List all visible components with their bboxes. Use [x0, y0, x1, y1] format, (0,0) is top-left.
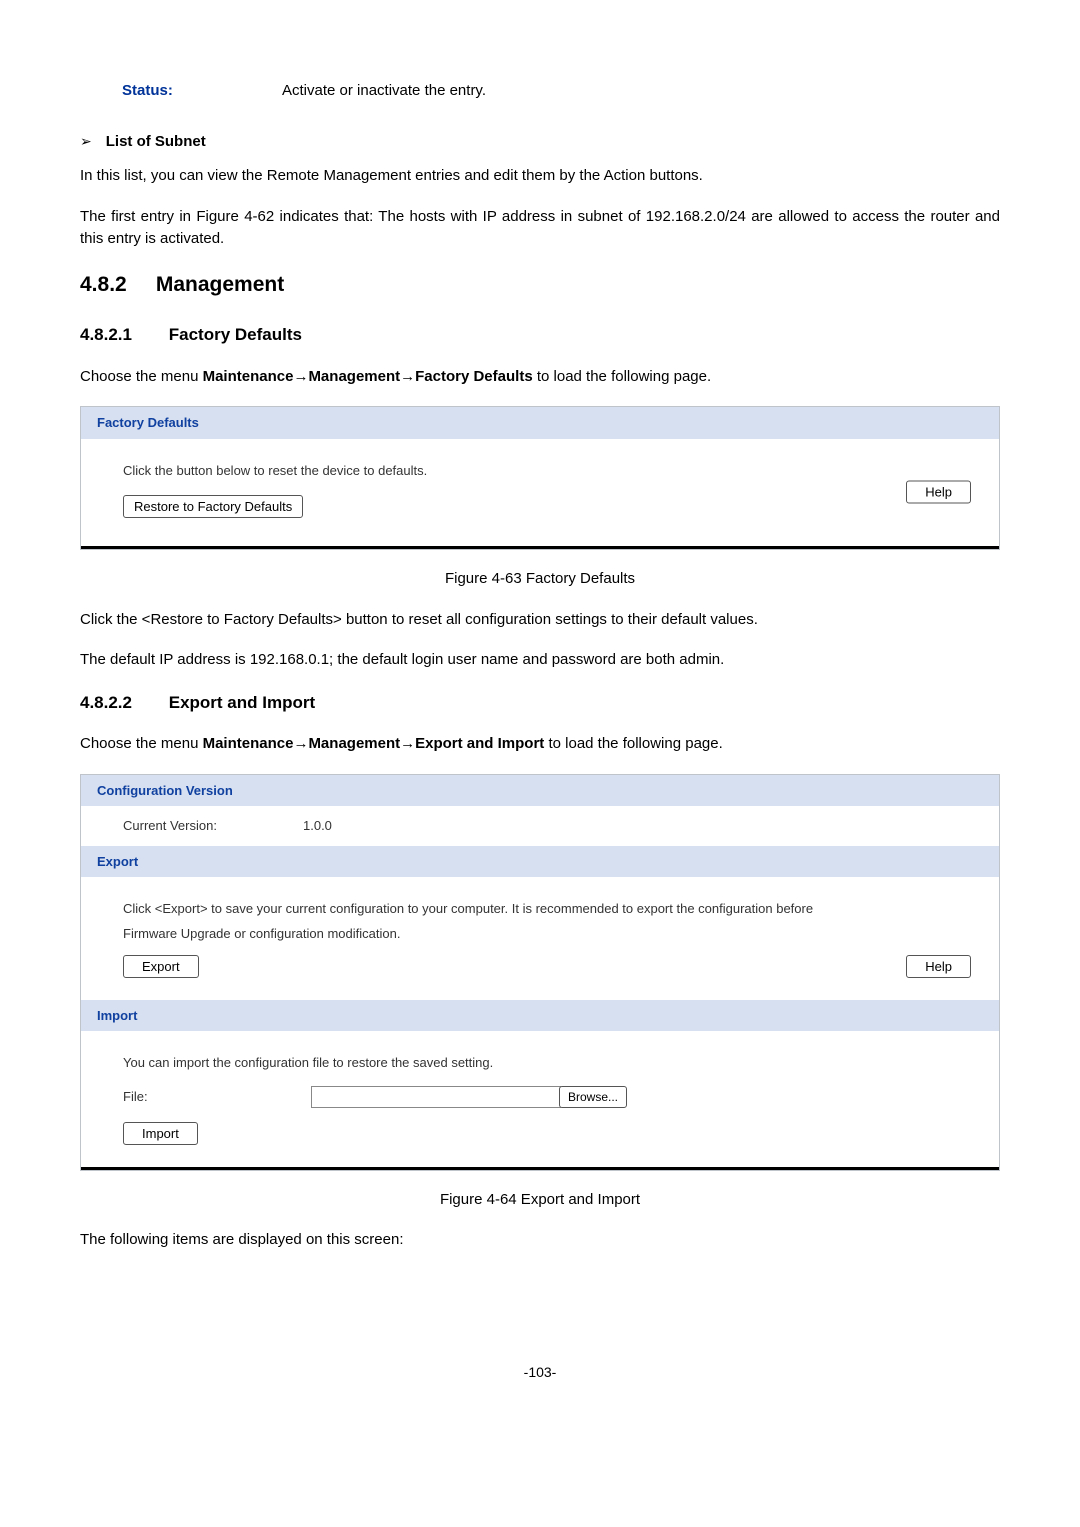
factory-after-2: The default IP address is 192.168.0.1; t…	[80, 649, 1000, 672]
figure-4-63-caption: Figure 4-63 Factory Defaults	[80, 568, 1000, 591]
following-items-text: The following items are displayed on thi…	[80, 1229, 1000, 1252]
export-text: Click <Export> to save your current conf…	[123, 897, 839, 946]
browse-button[interactable]: Browse...	[559, 1086, 627, 1108]
arrow-icon	[293, 368, 308, 385]
subsection-title: Factory Defaults	[169, 325, 302, 344]
page-number: -103-	[80, 1362, 1000, 1383]
file-label: File:	[123, 1087, 311, 1107]
status-label: Status:	[122, 80, 282, 103]
panel-separator	[81, 1167, 999, 1170]
import-button[interactable]: Import	[123, 1122, 198, 1145]
panel-separator	[81, 546, 999, 549]
list-subnet-p2: The first entry in Figure 4-62 indicates…	[80, 206, 1000, 251]
arrow-icon	[400, 368, 415, 385]
panel-header-factory: Factory Defaults	[81, 407, 999, 439]
export-button[interactable]: Export	[123, 955, 199, 978]
help-button[interactable]: Help	[906, 481, 971, 504]
choose-menu-2: Choose the menu MaintenanceManagementExp…	[80, 733, 1000, 756]
panel-header-config-version: Configuration Version	[81, 775, 999, 807]
arrow-icon	[400, 735, 415, 752]
section-title: Management	[156, 273, 284, 296]
factory-after-1: Click the <Restore to Factory Defaults> …	[80, 609, 1000, 632]
section-num: 4.8.2	[80, 269, 150, 301]
file-path-input[interactable]	[311, 1086, 561, 1108]
import-text: You can import the configuration file to…	[123, 1051, 971, 1076]
list-of-subnet-heading: List of Subnet	[106, 131, 206, 154]
list-subnet-p1: In this list, you can view the Remote Ma…	[80, 165, 1000, 188]
current-version-value: 1.0.0	[303, 816, 332, 836]
panel-header-export: Export	[81, 846, 999, 878]
subsection-title: Export and Import	[169, 693, 315, 712]
choose-menu-1: Choose the menu MaintenanceManagementFac…	[80, 366, 1000, 389]
help-button[interactable]: Help	[906, 955, 971, 978]
figure-4-64-caption: Figure 4-64 Export and Import	[80, 1189, 1000, 1212]
current-version-label: Current Version:	[123, 816, 303, 836]
factory-defaults-panel: Factory Defaults Click the button below …	[80, 406, 1000, 550]
export-import-panel: Configuration Version Current Version: 1…	[80, 774, 1000, 1171]
subsection-num: 4.8.2.2	[80, 690, 164, 716]
arrow-icon	[293, 735, 308, 752]
subsection-num: 4.8.2.1	[80, 322, 164, 348]
section-4-8-2-2: 4.8.2.2 Export and Import	[80, 690, 1000, 716]
section-4-8-2-1: 4.8.2.1 Factory Defaults	[80, 322, 1000, 348]
factory-defaults-text: Click the button below to reset the devi…	[123, 459, 971, 484]
panel-header-import: Import	[81, 1000, 999, 1032]
status-desc: Activate or inactivate the entry.	[282, 80, 486, 103]
restore-factory-defaults-button[interactable]: Restore to Factory Defaults	[123, 495, 303, 518]
bullet-icon: ➢	[80, 131, 92, 152]
section-4-8-2: 4.8.2 Management	[80, 269, 1000, 301]
